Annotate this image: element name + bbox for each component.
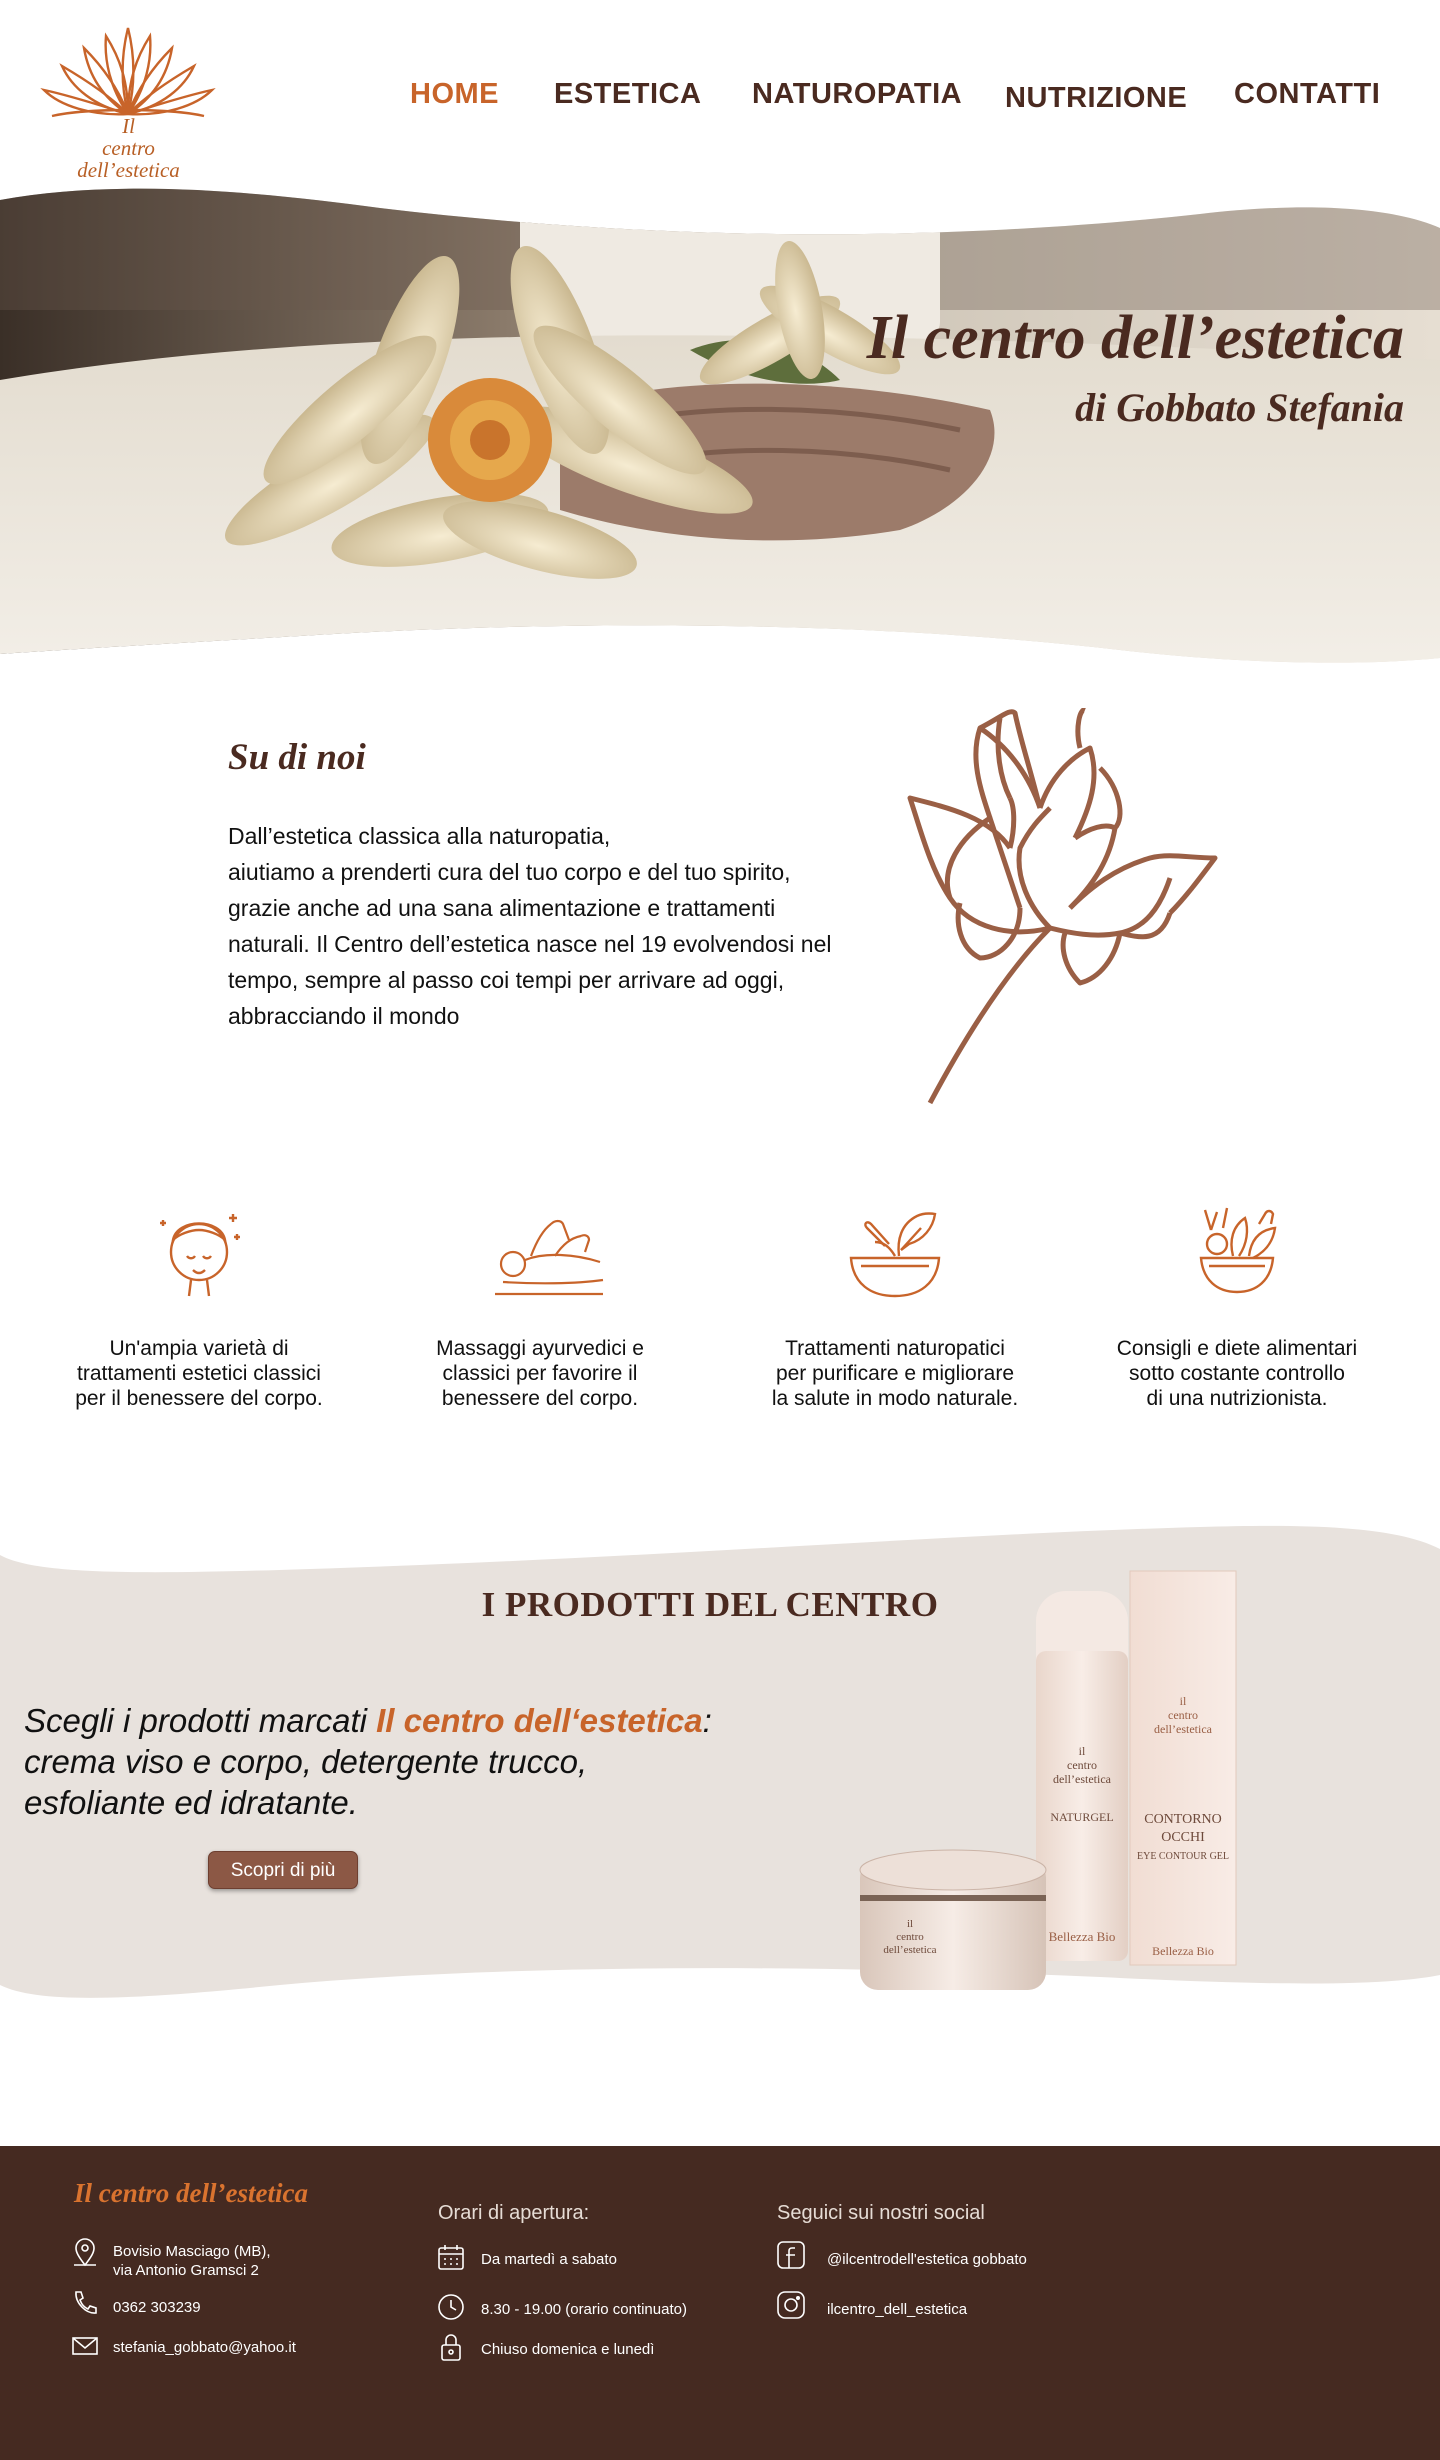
nav-contatti[interactable]: CONTATTI: [1234, 78, 1380, 111]
mortar-herbs-icon: [849, 1212, 941, 1298]
hours-title: Orari di apertura:: [438, 2202, 590, 2224]
feature-line: benessere del corpo.: [441, 1387, 639, 1410]
lock-icon: [441, 2334, 461, 2361]
hours-time: 8.30 - 19.00 (orario continuato): [481, 2301, 687, 2318]
feature-line: sotto costante controllo: [1129, 1362, 1345, 1385]
svg-text:dell’estetica: dell’estetica: [1053, 1772, 1112, 1786]
nav-estetica[interactable]: ESTETICA: [554, 78, 701, 111]
svg-text:NATURGEL: NATURGEL: [1050, 1810, 1113, 1824]
feature-estetica: Un'ampia varietà di trattamenti estetici…: [44, 1200, 354, 1430]
hours-days: Da martedì a sabato: [481, 2251, 617, 2268]
hero-banner: Il centro dell’estetica di Gobbato Stefa…: [0, 180, 1440, 680]
massage-icon: [495, 1219, 604, 1296]
feature-massaggi: Massaggi ayurvedici e classici per favor…: [385, 1200, 695, 1430]
feature-text: Un'ampia varietà di trattamenti estetici…: [44, 1336, 354, 1411]
products-photo: il centro dell’estetica CONTORNO OCCHI E…: [859, 1570, 1237, 1990]
svg-text:dell’estetica: dell’estetica: [883, 1944, 936, 1956]
svg-text:EYE CONTOUR GEL: EYE CONTOUR GEL: [1137, 1851, 1229, 1862]
about-line: Dall’estetica classica alla naturopatia,: [228, 823, 611, 849]
footer: Il centro dell’estetica Bovisio Masciago…: [0, 2146, 1440, 2460]
products-text-highlight: Il centro dell‘estetica: [376, 1702, 703, 1739]
about-line: tempo, sempre al passo coi tempi per arr…: [228, 967, 785, 993]
lotus-illustration-icon: [907, 708, 1218, 1105]
feature-line: per purificare e migliorare: [775, 1362, 1015, 1385]
feature-line: classici per favorire il: [442, 1362, 638, 1385]
footer-address-line1: Bovisio Masciago (MB),: [113, 2243, 271, 2260]
feature-text: Massaggi ayurvedici e classici per favor…: [385, 1336, 695, 1411]
svg-text:centro: centro: [896, 1931, 924, 1943]
social-title: Seguici sui nostri social: [777, 2202, 985, 2224]
feature-line: la salute in modo naturale.: [771, 1387, 1019, 1410]
products-description: Scegli i prodotti marcati Il centro dell…: [24, 1700, 724, 1823]
about-line: aiutiamo a prenderti cura del tuo corpo …: [228, 859, 791, 885]
feature-line: Trattamenti naturopatici: [785, 1337, 1005, 1360]
about-line: grazie anche ad una sana alimentazione e…: [228, 895, 776, 921]
facebook-handle[interactable]: @ilcentrodell'estetica gobbato: [827, 2250, 1027, 2269]
about-text: Dall’estetica classica alla naturopatia,…: [228, 818, 888, 1034]
svg-text:OCCHI: OCCHI: [1161, 1830, 1205, 1845]
feature-naturopatia: Trattamenti naturopatici per purificare …: [740, 1200, 1050, 1430]
svg-text:il: il: [907, 1918, 913, 1930]
svg-text:Bellezza Bio: Bellezza Bio: [1049, 1929, 1116, 1944]
about-title: Su di noi: [228, 737, 366, 778]
svg-text:CONTORNO: CONTORNO: [1144, 1812, 1222, 1827]
header: Il centro dell’estetica HOME ESTETICA NA…: [0, 0, 1440, 190]
about-line: naturali. Il Centro dell’estetica nasce …: [228, 931, 832, 957]
svg-text:dell’estetica: dell’estetica: [1154, 1722, 1213, 1736]
feature-line: di una nutrizionista.: [1146, 1387, 1328, 1410]
about-line: abbracciando il mondo: [228, 1003, 460, 1029]
facebook-icon[interactable]: [776, 2240, 806, 2270]
location-pin-icon: [74, 2238, 96, 2267]
feature-line: per il benessere del corpo.: [75, 1387, 323, 1410]
footer-address-line2: via Antonio Gramsci 2: [113, 2262, 259, 2279]
discover-more-button[interactable]: Scopri di più: [208, 1851, 358, 1889]
salad-bowl-icon: [1199, 1207, 1277, 1294]
products-text-before: Scegli i prodotti marcati: [24, 1702, 377, 1739]
svg-text:centro: centro: [1067, 1758, 1097, 1772]
hero-subtitle: di Gobbato Stefania: [1075, 385, 1404, 430]
svg-text:Bellezza Bio: Bellezza Bio: [1152, 1944, 1214, 1958]
phone-icon: [75, 2291, 97, 2314]
clock-icon: [438, 2294, 464, 2320]
calendar-icon: [438, 2245, 464, 2270]
nav-naturopatia[interactable]: NATUROPATIA: [752, 78, 962, 111]
feature-line: Consigli e diete alimentari: [1116, 1337, 1358, 1360]
email-icon: [72, 2337, 98, 2355]
footer-phone[interactable]: 0362 303239: [113, 2298, 201, 2317]
nav-nutrizione[interactable]: NUTRIZIONE: [1005, 82, 1187, 115]
feature-line: Massaggi ayurvedici e: [436, 1337, 644, 1360]
footer-brand: Il centro dell’estetica: [74, 2178, 308, 2208]
feature-nutrizione: Consigli e diete alimentari sotto costan…: [1082, 1200, 1392, 1430]
hero-title: Il centro dell’estetica: [866, 304, 1404, 372]
svg-text:il: il: [1079, 1744, 1086, 1758]
svg-text:centro: centro: [1168, 1708, 1198, 1722]
feature-text: Consigli e diete alimentari sotto costan…: [1082, 1336, 1392, 1411]
svg-text:il: il: [1180, 1694, 1187, 1708]
hours-closed: Chiuso domenica e lunedì: [481, 2341, 655, 2358]
feature-text: Trattamenti naturopatici per purificare …: [740, 1336, 1050, 1411]
nav-home[interactable]: HOME: [410, 78, 499, 111]
feature-line: Un'ampia varietà di: [109, 1337, 289, 1360]
instagram-icon[interactable]: [776, 2290, 806, 2320]
feature-line: trattamenti estetici classici: [77, 1362, 321, 1385]
products-section: I PRODOTTI DEL CENTRO Scegli i prodotti …: [0, 1515, 1440, 2015]
instagram-handle[interactable]: ilcentro_dell_estetica: [827, 2300, 967, 2319]
main-nav: HOME ESTETICA NATUROPATIA NUTRIZIONE CON…: [0, 78, 1440, 122]
face-care-icon: [160, 1214, 240, 1297]
footer-email[interactable]: stefania_gobbato@yahoo.it: [113, 2338, 296, 2357]
